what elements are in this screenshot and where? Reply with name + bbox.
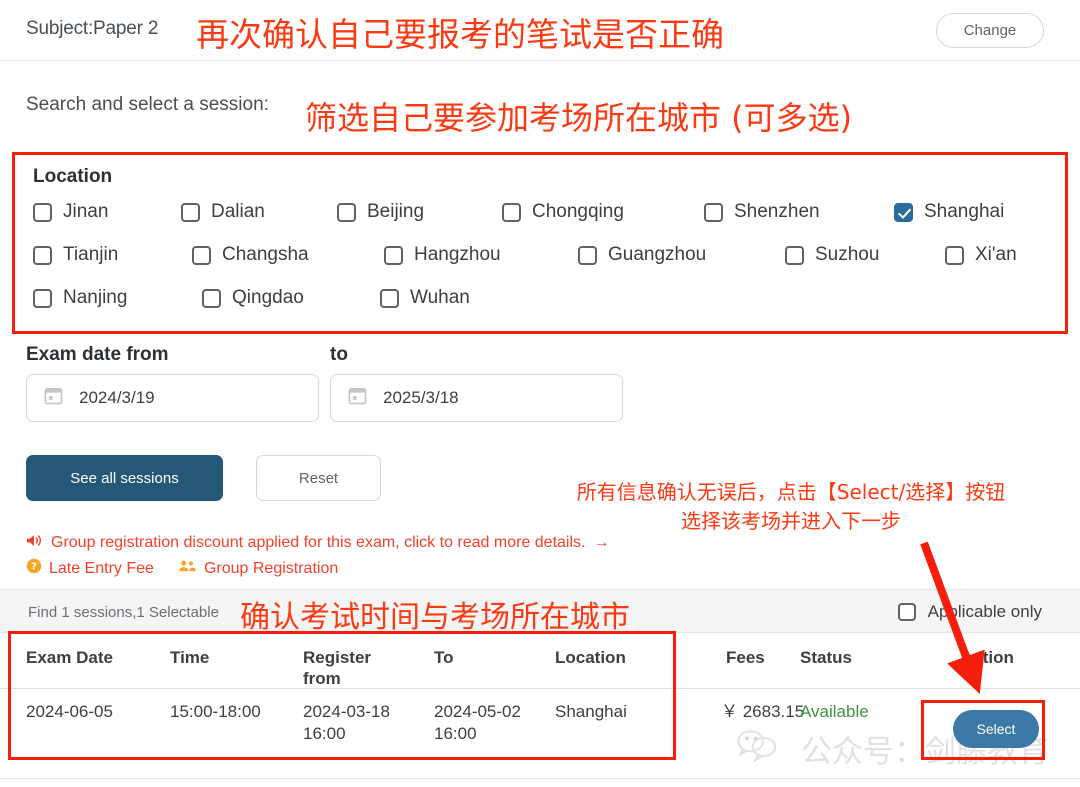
annotation-select-line1: 所有信息确认无误后，点击【Select/选择】按钮 [576,480,1006,504]
checkbox-icon [33,288,52,308]
location-checkbox-label: Nanjing [63,287,128,308]
cell-status: Available [800,702,869,721]
location-title: Location [33,166,113,187]
col-fees: Fees [726,648,765,667]
group-people-icon [178,559,197,578]
checkbox-icon [502,202,521,222]
exam-date-to-value: 2025/3/18 [383,388,459,407]
exam-date-from-label: Exam date from [26,344,169,365]
highlight-box-action [921,700,1045,760]
location-checkbox-label: Xi'an [975,244,1017,265]
calendar-icon [348,386,367,410]
checkbox-icon [380,288,399,308]
bottom-divider [0,778,1080,779]
checkbox-icon [578,245,597,265]
exam-date-from-value: 2024/3/19 [79,388,155,407]
reset-button[interactable]: Reset [256,455,381,501]
location-checkbox-row: Jinan Dalian Beijing Chongqing Shenzhen Shang… [15,201,1065,245]
location-checkbox-label: Suzhou [815,244,880,265]
speaker-icon [26,533,43,553]
change-button[interactable]: Change [936,13,1044,48]
location-checkbox-label: Chongqing [532,201,624,222]
location-checkbox-qingdao[interactable]: Qingdao [202,287,304,309]
calendar-icon [44,386,63,410]
location-checkbox-label: Jinan [63,201,109,222]
location-checkbox-shanghai[interactable]: Shanghai [894,201,1004,223]
checkbox-icon [202,288,221,308]
location-checkbox-jinan[interactable]: Jinan [33,201,108,223]
location-filter-box: Location Jinan Dalian Beijing Chongqing Shen… [12,152,1068,334]
annotation-arrow [920,541,985,695]
checkbox-icon [33,245,52,265]
late-entry-fee-label[interactable]: Late Entry Fee [49,560,154,578]
checkbox-icon [785,245,804,265]
location-checkbox-hangzhou[interactable]: Hangzhou [384,244,501,266]
group-registration-label[interactable]: Group Registration [204,560,338,578]
location-checkbox-chongqing[interactable]: Chongqing [502,201,624,223]
location-checkbox-label: Guangzhou [608,244,707,265]
fee-legend: ? Late Entry Fee Group Registration [26,558,338,579]
location-checkbox-label: Tianjin [63,244,119,265]
location-checkbox-row: Nanjing Qingdao Wuhan [15,287,1065,331]
checkbox-icon [192,245,211,265]
annotation-find: 确认考试时间与考场所在城市 [240,600,630,635]
location-checkbox-label: Dalian [211,201,265,222]
svg-text:?: ? [31,562,37,573]
annotation-search: 筛选自己要参加考场所在城市 (可多选) [305,99,853,137]
location-checkbox-tianjin[interactable]: Tianjin [33,244,118,266]
question-circle-icon: ? [26,558,42,579]
location-checkbox-changsha[interactable]: Changsha [192,244,309,266]
location-checkbox-label: Shenzhen [734,201,820,222]
location-checkbox-label: Changsha [222,244,309,265]
highlight-box-table [8,631,676,760]
location-checkbox-guangzhou[interactable]: Guangzhou [578,244,706,266]
group-discount-text: Group registration discount applied for … [51,534,586,551]
location-checkbox-label: Hangzhou [414,244,501,265]
exam-date-to-input[interactable]: 2025/3/18 [330,374,623,422]
location-checkbox-shenzhen[interactable]: Shenzhen [704,201,820,223]
annotation-select: 所有信息确认无误后，点击【Select/选择】按钮 选择该考场并进入下一步 [556,478,1026,536]
location-checkbox-row: Tianjin Changsha Hangzhou Guangzhou Suzhou Xi… [15,244,1065,288]
annotation-top: 再次确认自己要报考的笔试是否正确 [196,15,724,54]
subject-label: Subject:Paper 2 [26,18,159,39]
found-sessions-text: Find 1 sessions,1 Selectable [28,604,219,621]
checkbox-icon [704,202,723,222]
annotation-select-line2: 选择该考场并进入下一步 [681,509,901,533]
location-checkbox-label: Shanghai [924,201,1005,222]
location-checkbox-nanjing[interactable]: Nanjing [33,287,127,309]
group-discount-notice[interactable]: Group registration discount applied for … [26,533,609,553]
checkbox-icon [337,202,356,222]
location-checkbox-label: Wuhan [410,287,470,308]
checkbox-icon [945,245,964,265]
location-checkbox-suzhou[interactable]: Suzhou [785,244,879,266]
exam-date-filter: Exam date from to 2024/3/19 2025/3/18 [0,338,1080,442]
location-checkbox-wuhan[interactable]: Wuhan [380,287,470,309]
location-checkbox-label: Qingdao [232,287,304,308]
checkbox-icon [181,202,200,222]
checkbox-icon [33,202,52,222]
location-checkbox-xian[interactable]: Xi'an [945,244,1017,266]
see-all-sessions-button[interactable]: See all sessions [26,455,223,501]
exam-date-from-input[interactable]: 2024/3/19 [26,374,319,422]
location-checkbox-label: Beijing [367,201,425,222]
checkbox-icon [384,245,403,265]
search-session-label: Search and select a session: [26,94,269,115]
checkbox-checked-icon [894,202,913,222]
exam-date-to-label: to [330,344,348,365]
col-status: Status [800,648,852,667]
arrow-right-icon: → [593,534,610,551]
location-checkbox-beijing[interactable]: Beijing [337,201,424,223]
location-checkbox-dalian[interactable]: Dalian [181,201,265,223]
